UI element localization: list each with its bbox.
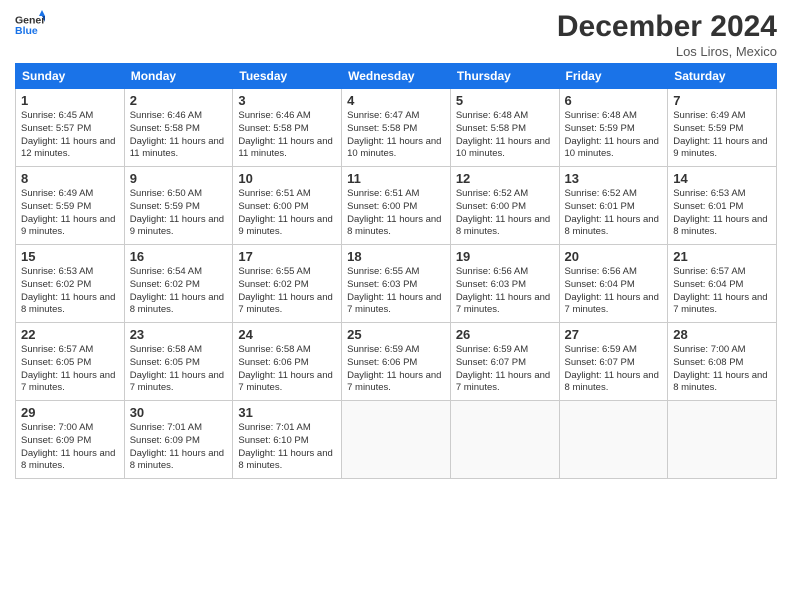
logo: General Blue [15, 10, 45, 40]
day-19: 19 Sunrise: 6:56 AMSunset: 6:03 PMDaylig… [450, 245, 559, 323]
day-15: 15 Sunrise: 6:53 AMSunset: 6:02 PMDaylig… [16, 245, 125, 323]
day-30: 30 Sunrise: 7:01 AMSunset: 6:09 PMDaylig… [124, 401, 233, 479]
day-1: 1 Sunrise: 6:45 AMSunset: 5:57 PMDayligh… [16, 89, 125, 167]
day-2: 2 Sunrise: 6:46 AMSunset: 5:58 PMDayligh… [124, 89, 233, 167]
day-8: 8 Sunrise: 6:49 AMSunset: 5:59 PMDayligh… [16, 167, 125, 245]
day-9: 9 Sunrise: 6:50 AMSunset: 5:59 PMDayligh… [124, 167, 233, 245]
week-row-4: 22 Sunrise: 6:57 AMSunset: 6:05 PMDaylig… [16, 323, 777, 401]
day-24: 24 Sunrise: 6:58 AMSunset: 6:06 PMDaylig… [233, 323, 342, 401]
col-thursday: Thursday [450, 64, 559, 89]
day-20: 20 Sunrise: 6:56 AMSunset: 6:04 PMDaylig… [559, 245, 668, 323]
week-row-3: 15 Sunrise: 6:53 AMSunset: 6:02 PMDaylig… [16, 245, 777, 323]
empty-cell-1 [342, 401, 451, 479]
week-row-2: 8 Sunrise: 6:49 AMSunset: 5:59 PMDayligh… [16, 167, 777, 245]
header: General Blue December 2024 Los Liros, Me… [15, 10, 777, 59]
col-saturday: Saturday [668, 64, 777, 89]
header-row: Sunday Monday Tuesday Wednesday Thursday… [16, 64, 777, 89]
day-28: 28 Sunrise: 7:00 AMSunset: 6:08 PMDaylig… [668, 323, 777, 401]
day-31: 31 Sunrise: 7:01 AMSunset: 6:10 PMDaylig… [233, 401, 342, 479]
week-row-1: 1 Sunrise: 6:45 AMSunset: 5:57 PMDayligh… [16, 89, 777, 167]
day-26: 26 Sunrise: 6:59 AMSunset: 6:07 PMDaylig… [450, 323, 559, 401]
month-title: December 2024 [557, 10, 777, 44]
day-6: 6 Sunrise: 6:48 AMSunset: 5:59 PMDayligh… [559, 89, 668, 167]
calendar-table: Sunday Monday Tuesday Wednesday Thursday… [15, 63, 777, 479]
day-25: 25 Sunrise: 6:59 AMSunset: 6:06 PMDaylig… [342, 323, 451, 401]
day-14: 14 Sunrise: 6:53 AMSunset: 6:01 PMDaylig… [668, 167, 777, 245]
col-tuesday: Tuesday [233, 64, 342, 89]
day-16: 16 Sunrise: 6:54 AMSunset: 6:02 PMDaylig… [124, 245, 233, 323]
day-10: 10 Sunrise: 6:51 AMSunset: 6:00 PMDaylig… [233, 167, 342, 245]
logo-icon: General Blue [15, 10, 45, 40]
day-11: 11 Sunrise: 6:51 AMSunset: 6:00 PMDaylig… [342, 167, 451, 245]
week-row-5: 29 Sunrise: 7:00 AMSunset: 6:09 PMDaylig… [16, 401, 777, 479]
day-13: 13 Sunrise: 6:52 AMSunset: 6:01 PMDaylig… [559, 167, 668, 245]
svg-text:Blue: Blue [15, 25, 38, 37]
col-monday: Monday [124, 64, 233, 89]
day-27: 27 Sunrise: 6:59 AMSunset: 6:07 PMDaylig… [559, 323, 668, 401]
day-17: 17 Sunrise: 6:55 AMSunset: 6:02 PMDaylig… [233, 245, 342, 323]
day-18: 18 Sunrise: 6:55 AMSunset: 6:03 PMDaylig… [342, 245, 451, 323]
page-container: General Blue December 2024 Los Liros, Me… [0, 0, 792, 489]
day-7: 7 Sunrise: 6:49 AMSunset: 5:59 PMDayligh… [668, 89, 777, 167]
empty-cell-2 [450, 401, 559, 479]
day-29: 29 Sunrise: 7:00 AMSunset: 6:09 PMDaylig… [16, 401, 125, 479]
day-23: 23 Sunrise: 6:58 AMSunset: 6:05 PMDaylig… [124, 323, 233, 401]
day-22: 22 Sunrise: 6:57 AMSunset: 6:05 PMDaylig… [16, 323, 125, 401]
col-friday: Friday [559, 64, 668, 89]
day-3: 3 Sunrise: 6:46 AMSunset: 5:58 PMDayligh… [233, 89, 342, 167]
day-4: 4 Sunrise: 6:47 AMSunset: 5:58 PMDayligh… [342, 89, 451, 167]
location: Los Liros, Mexico [557, 44, 777, 59]
col-sunday: Sunday [16, 64, 125, 89]
day-12: 12 Sunrise: 6:52 AMSunset: 6:00 PMDaylig… [450, 167, 559, 245]
title-section: December 2024 Los Liros, Mexico [557, 10, 777, 59]
empty-cell-4 [668, 401, 777, 479]
day-5: 5 Sunrise: 6:48 AMSunset: 5:58 PMDayligh… [450, 89, 559, 167]
day-21: 21 Sunrise: 6:57 AMSunset: 6:04 PMDaylig… [668, 245, 777, 323]
col-wednesday: Wednesday [342, 64, 451, 89]
empty-cell-3 [559, 401, 668, 479]
